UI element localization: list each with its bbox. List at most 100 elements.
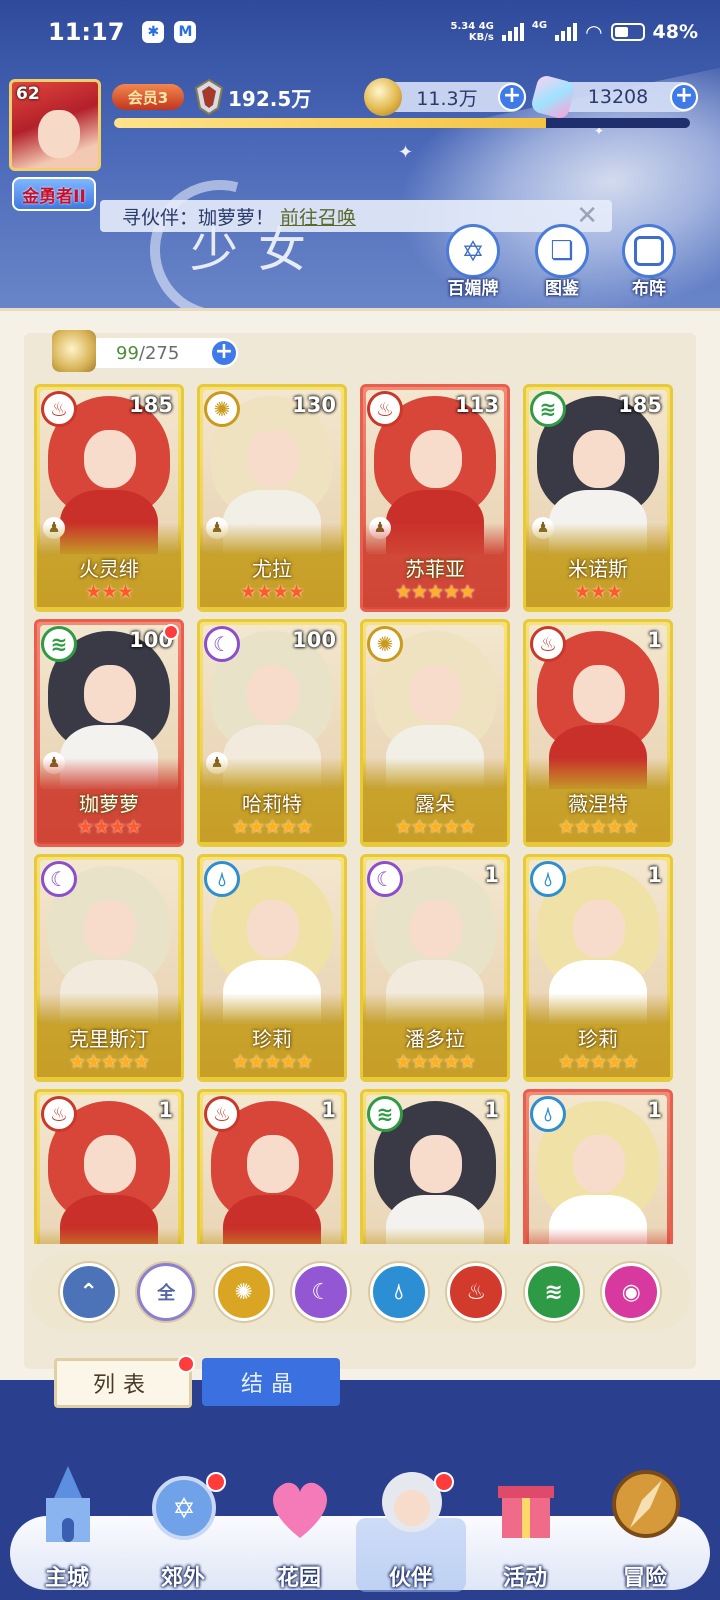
element-fire-icon: ♨ xyxy=(530,626,566,662)
element-water-icon: 💧︎ xyxy=(530,1096,566,1132)
nav-events[interactable]: 活动 xyxy=(470,1458,580,1592)
element-wind-icon: ≋ xyxy=(530,391,566,427)
combat-power: 192.5万 xyxy=(192,78,311,116)
fire-icon: ♨ xyxy=(466,1279,487,1305)
tab-crystal[interactable]: 结晶 xyxy=(202,1358,340,1406)
quick-button-cards[interactable]: ✡ 百媚牌 xyxy=(438,224,508,299)
filter-charm-button[interactable]: ◉ xyxy=(602,1263,661,1321)
nav-partners[interactable]: 伙伴 xyxy=(356,1458,466,1592)
star-rating: ★★★★★ xyxy=(557,816,639,838)
partner-card[interactable]: ☾100♟哈莉特★★★★★ xyxy=(197,619,347,847)
nav-outskirts[interactable]: ✡ 郊外 xyxy=(128,1458,238,1592)
name-strip xyxy=(526,1228,670,1244)
book-icon: ❏ xyxy=(535,224,589,278)
expand-capacity-button[interactable]: + xyxy=(210,339,238,367)
gem-resource: 13208 + xyxy=(529,73,698,121)
name-strip xyxy=(200,1228,344,1244)
partner-card[interactable]: ☾100克里斯汀★★★★★ xyxy=(34,854,184,1082)
partner-card[interactable]: ♨ 1 薇涅特 ★★★★★ xyxy=(523,619,673,847)
notification-app-icon: ✱ xyxy=(142,21,165,43)
add-gold-button[interactable]: + xyxy=(498,83,526,111)
avatar-face xyxy=(38,110,80,158)
wind-icon: ≋ xyxy=(544,1279,563,1305)
xp-progress-fill xyxy=(114,118,546,128)
battery-icon xyxy=(610,23,645,41)
partner-card[interactable]: 💧︎ 1 珍莉 ★★★★★ xyxy=(523,854,673,1082)
partner-card[interactable]: ♨185♟火灵绯★★★ xyxy=(34,384,184,612)
name-strip xyxy=(363,1228,507,1244)
filter-fire-button[interactable]: ♨ xyxy=(447,1263,506,1321)
power-value: 192.5万 xyxy=(228,86,312,111)
signal-icon xyxy=(555,23,578,41)
filter-water-button[interactable]: 💧︎ xyxy=(369,1263,428,1321)
portrait-face xyxy=(84,665,136,723)
partner-card-grid[interactable]: ♨185♟火灵绯★★★✺130♟尤拉★★★★♨113♟苏菲亚★★★★★≋185♟… xyxy=(34,384,686,1244)
partner-name: 克里斯汀 xyxy=(69,1027,149,1051)
heart-icon xyxy=(273,1482,327,1538)
capacity-bag-icon xyxy=(52,330,96,372)
partner-card[interactable]: ♨113♟苏菲亚★★★★★ xyxy=(360,384,510,612)
gold-coin-icon xyxy=(364,78,402,116)
go-summon-link[interactable]: 前往召唤 xyxy=(280,203,356,230)
partner-card[interactable]: ☾ 1 潘多拉 ★★★★★ xyxy=(360,854,510,1082)
filter-all-button[interactable]: 全 xyxy=(137,1263,196,1321)
partner-name: 薇涅特 xyxy=(568,792,628,816)
portrait-face xyxy=(247,900,299,958)
partner-name: 苏菲亚 xyxy=(405,557,465,581)
nav-main-city[interactable]: 主城 xyxy=(12,1458,122,1592)
partner-card[interactable]: 💧︎100珍莉★★★★★ xyxy=(197,854,347,1082)
partner-card[interactable]: ✺130♟尤拉★★★★ xyxy=(197,384,347,612)
quick-button-formation[interactable]: 布阵 xyxy=(614,224,684,299)
partner-portrait-icon xyxy=(382,1472,442,1532)
partner-card[interactable]: ♨ 1 xyxy=(197,1089,347,1244)
notification-dot xyxy=(434,1472,454,1492)
filter-wind-button[interactable]: ≋ xyxy=(524,1263,583,1321)
partner-level: 1 xyxy=(647,628,662,652)
star-rating: ★★★★★ xyxy=(557,1051,639,1073)
partner-name: 露朵 xyxy=(415,792,455,816)
orb-icon: ◉ xyxy=(621,1279,641,1305)
sort-toggle-button[interactable]: ⌃ xyxy=(59,1263,118,1321)
capacity-total: /275 xyxy=(138,342,180,364)
partner-card[interactable]: ≋100♟珈萝萝★★★★ xyxy=(34,619,184,847)
portrait-face xyxy=(410,665,462,723)
element-moon-icon: ☾ xyxy=(41,861,77,897)
partner-card[interactable]: ≋185♟米诺斯★★★ xyxy=(523,384,673,612)
partner-name: 米诺斯 xyxy=(568,557,628,581)
element-water-icon: 💧︎ xyxy=(530,861,566,897)
star-rating: ★★★★ xyxy=(76,816,142,838)
compass-icon xyxy=(612,1470,680,1538)
player-level: 62 xyxy=(16,84,40,104)
partner-level: 1 xyxy=(484,1098,499,1122)
battery-level: 48% xyxy=(652,21,698,43)
star-rating: ★★★★★ xyxy=(394,581,476,603)
gift-box-icon xyxy=(498,1486,554,1538)
partner-name: 珍莉 xyxy=(252,1027,292,1051)
card-deck-icon: ✡ xyxy=(446,224,500,278)
partner-card[interactable]: ≋ 1 xyxy=(360,1089,510,1244)
partner-card[interactable]: ✺100露朵★★★★★ xyxy=(360,619,510,847)
partner-card[interactable]: 💧︎ 1 xyxy=(523,1089,673,1244)
castle-icon xyxy=(46,1466,90,1542)
nav-garden[interactable]: 花园 xyxy=(244,1458,354,1592)
element-wind-icon: ≋ xyxy=(41,626,77,662)
star-rating: ★★★★★ xyxy=(68,1051,150,1073)
notification-dot xyxy=(163,624,179,640)
partner-level: 185 xyxy=(129,393,173,417)
tab-list[interactable]: 列表 xyxy=(54,1355,195,1408)
vip-badge[interactable]: 会员3 xyxy=(112,84,184,110)
partner-name: 珈萝萝 xyxy=(79,792,139,816)
quick-button-gallery[interactable]: ❏ 图鉴 xyxy=(527,224,597,299)
add-gem-button[interactable]: + xyxy=(670,83,698,111)
player-rank-badge[interactable]: 金勇者II xyxy=(12,177,96,211)
gold-resource: 11.3万 + xyxy=(364,78,526,116)
partner-name: 哈莉特 xyxy=(242,792,302,816)
nav-adventure[interactable]: 冒险 xyxy=(590,1458,700,1592)
player-avatar[interactable]: 62 xyxy=(9,79,101,171)
portrait-face xyxy=(84,1135,136,1193)
element-moon-icon: ☾ xyxy=(367,861,403,897)
filter-light-button[interactable]: ✺ xyxy=(214,1263,273,1321)
partner-card[interactable]: ♨ 1 xyxy=(34,1089,184,1244)
filter-moon-button[interactable]: ☾ xyxy=(292,1263,351,1321)
roster-capacity: 99/275 + xyxy=(52,330,238,372)
